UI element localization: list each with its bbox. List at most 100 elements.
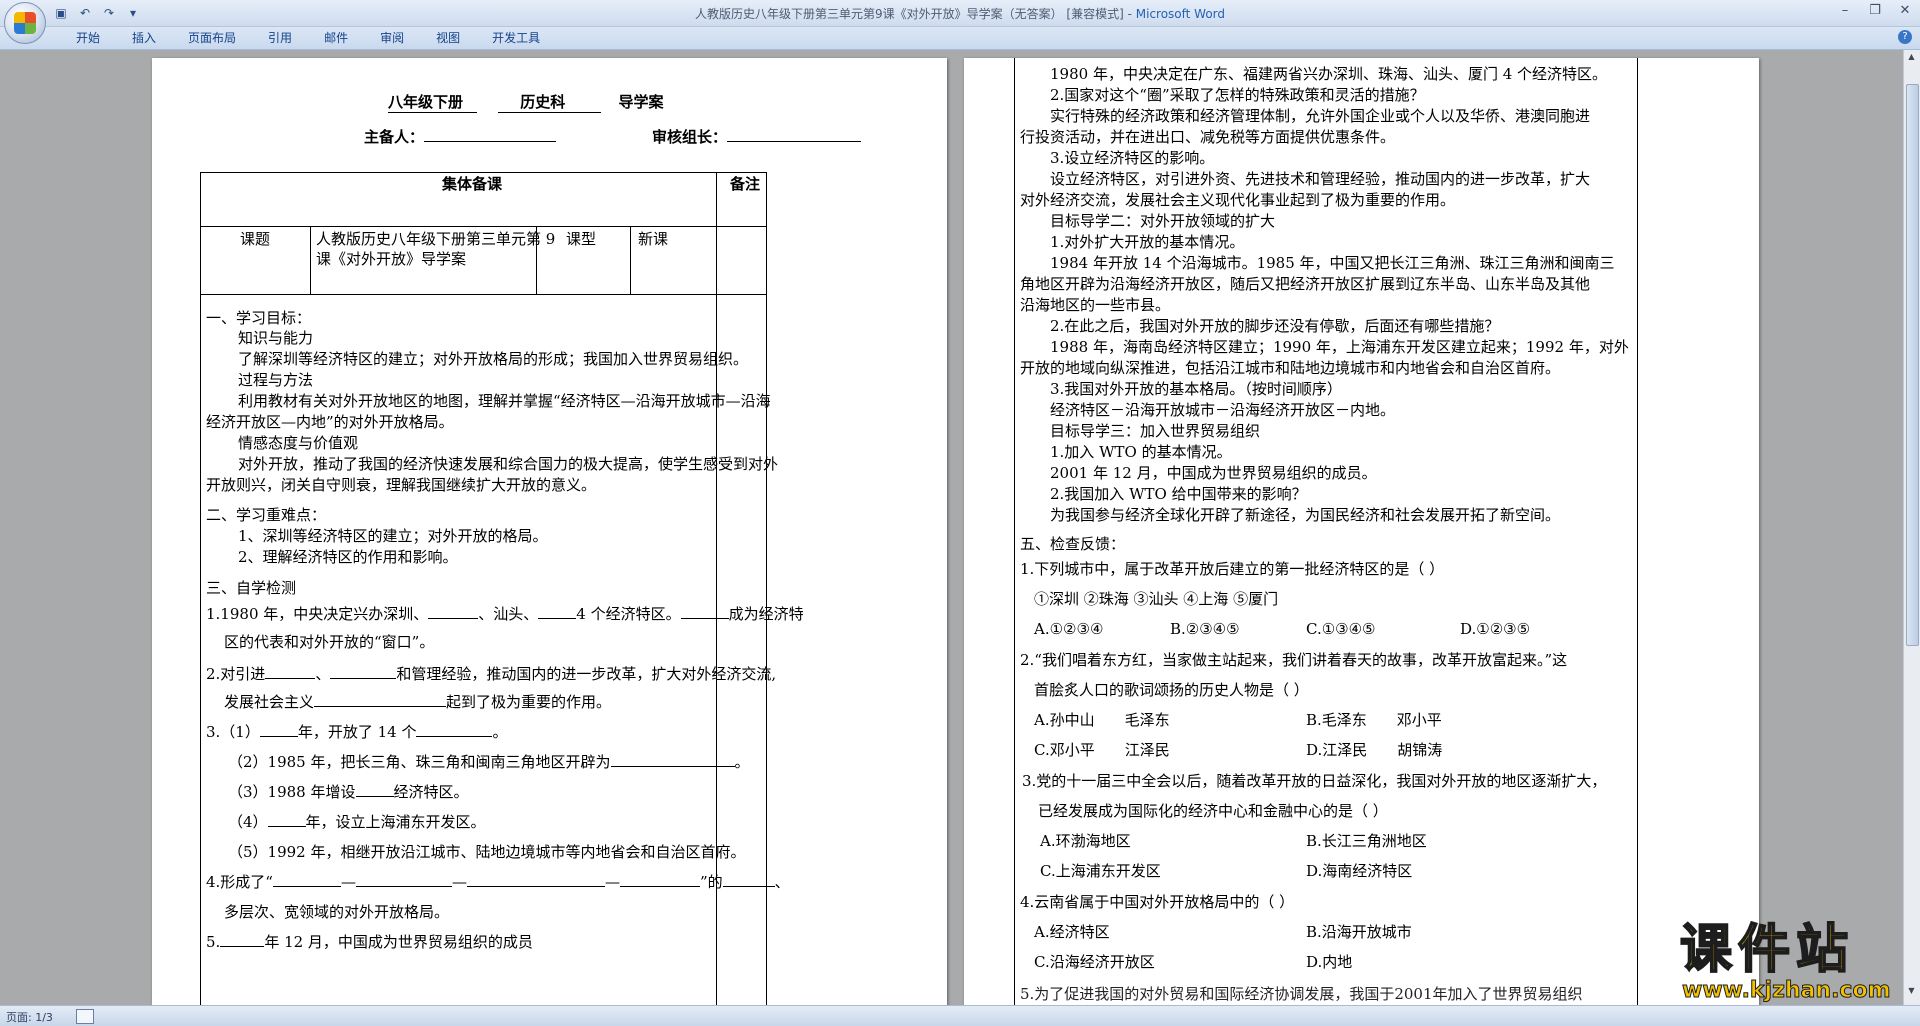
fq3-opt-a: A.环渤海地区	[1040, 832, 1131, 850]
p2-line-0: 1980 年，中央决定在广东、福建两省兴办深圳、珠海、汕头、厦门 4 个经济特区…	[1050, 65, 1608, 83]
preparer-line: 主备人：	[364, 127, 557, 147]
fq1: 1.下列城市中，属于改革开放后建立的第一批经济特区的是（ ）	[1020, 560, 1445, 578]
p2-line-6: 对外经济交流，发展社会主义现代化事业起到了极为重要的作用。	[1020, 191, 1456, 209]
fq4-opt-a: A.经济特区	[1034, 923, 1110, 941]
tab-mailings[interactable]: 邮件	[308, 30, 364, 46]
fq2-line2: 首脍炙人口的歌词颂扬的历史人物是（ ）	[1034, 681, 1309, 699]
close-icon[interactable]: ✕	[1896, 3, 1914, 19]
knowledge-heading: 知识与能力	[238, 329, 314, 347]
title-bar: ▣ ↶ ↷ ▾ 人教版历史八年级下册第三单元第9课《对外开放》导学案（无答案） …	[0, 0, 1920, 27]
p2-line-8: 1.对外扩大开放的基本情况。	[1050, 233, 1245, 251]
q4-line1: 4.形成了“ — — — ”的、	[206, 873, 790, 891]
app-name: Microsoft Word	[1135, 7, 1226, 21]
process-text-2: 经济开放区—内地”的对外开放格局。	[206, 413, 454, 431]
keypoints-heading: 二、学习重难点：	[206, 506, 327, 524]
p2-line-1: 2.国家对这个“圈”采取了怎样的特殊政策和灵活的措施？	[1050, 86, 1425, 104]
p2-line-3: 行投资活动，并在进出口、减免税等方面提供优惠条件。	[1020, 128, 1396, 146]
q5-line1: 5. 年 12 月，中国成为世界贸易组织的成员	[206, 933, 533, 951]
office-button[interactable]	[4, 2, 46, 44]
q4-line2: 多层次、宽领域的对外开放格局。	[224, 903, 450, 921]
attitude-heading: 情感态度与价值观	[238, 434, 359, 452]
process-heading: 过程与方法	[238, 371, 314, 389]
q3-line4: （4） 年，设立上海浦东开发区。	[228, 813, 486, 831]
p2-line-13: 1988 年，海南岛经济特区建立；1990 年，上海浦东开发区建立起来；1992…	[1050, 338, 1629, 356]
scroll-up-icon[interactable]: ▲	[1906, 52, 1917, 64]
fq4-opt-c: C.沿海经济开放区	[1034, 953, 1155, 971]
keypoint-2: 2、理解经济特区的作用和影响。	[238, 548, 458, 566]
feedback-heading: 五、检查反馈：	[1020, 535, 1126, 553]
watermark-title: 课件站	[1679, 920, 1855, 980]
fq4: 4.云南省属于中国对外开放格局中的（ ）	[1020, 893, 1295, 911]
maximize-icon[interactable]: ❐	[1866, 3, 1884, 19]
status-bar: 页面: 1/3	[0, 1005, 1920, 1026]
proofing-icon[interactable]	[76, 1009, 94, 1024]
fq2-opt-d: D.江泽民 胡锦涛	[1306, 741, 1443, 759]
ribbon: 开始 插入 页面布局 引用 邮件 审阅 视图 开发工具 ?	[0, 27, 1920, 50]
page-2[interactable]: 1980 年，中央决定在广东、福建两省兴办深圳、珠海、汕头、厦门 4 个经济特区…	[964, 58, 1759, 1005]
q3-line1: 3.（1） 年，开放了 14 个。	[206, 723, 508, 741]
topic-value-line1: 人教版历史八年级下册第三单元第 9	[316, 230, 556, 248]
scroll-down-icon[interactable]: ▼	[1906, 986, 1917, 998]
vertical-scrollbar[interactable]: ▲ ▼	[1903, 50, 1920, 1005]
q3-line2: （2）1985 年，把长三角、珠三角和闽南三角地区开辟为。	[228, 753, 750, 771]
scroll-thumb[interactable]	[1906, 84, 1919, 646]
type-label: 课型	[566, 230, 597, 248]
fq1-opt-b: B.②③④⑤	[1170, 620, 1240, 638]
fq2-opt-b: B.毛泽东 邓小平	[1306, 711, 1442, 729]
p2-line-18: 1.加入 WTO 的基本情况。	[1050, 443, 1232, 461]
tab-insert[interactable]: 插入	[116, 30, 172, 46]
header-grade: 八年级下册 历史科 导学案	[388, 93, 664, 113]
tab-view[interactable]: 视图	[420, 30, 476, 46]
topic-value-line2: 课《对外开放》导学案	[316, 250, 467, 268]
q1-line2: 区的代表和对外开放的“窗口”。	[224, 633, 435, 651]
ribbon-tabs: 开始 插入 页面布局 引用 邮件 审阅 视图 开发工具	[60, 30, 556, 46]
p2-line-21: 为我国参与经济全球化开辟了新途径，为国民经济和社会发展开拓了新空间。	[1050, 506, 1561, 524]
q3-line5: （5）1992 年，相继开放沿江城市、陆地边境城市等内地省会和自治区首府。	[228, 843, 746, 861]
p2-line-15: 3.我国对外开放的基本格局。（按时间顺序）	[1050, 380, 1342, 398]
tab-references[interactable]: 引用	[252, 30, 308, 46]
keypoint-1: 1、深圳等经济特区的建立；对外开放的格局。	[238, 527, 548, 545]
objectives-heading: 一、学习目标：	[206, 309, 312, 327]
q3-line3: （3）1988 年增设 经济特区。	[228, 783, 469, 801]
reviewer-line: 审核组长：	[652, 127, 862, 147]
fq1-opt-d: D.①②③⑤	[1460, 620, 1531, 638]
document-area[interactable]: 八年级下册 历史科 导学案 主备人： 审核组长： 集体备课 备注 课题 人教版历…	[0, 50, 1904, 1005]
p2-line-19: 2001 年 12 月，中国成为世界贸易组织的成员。	[1050, 464, 1377, 482]
fq2-line1: 2.“我们唱着东方红，当家做主站起来，我们讲着春天的故事，改革开放富起来。”这	[1020, 651, 1568, 669]
q2-line1: 2.对引进、和管理经验，推动国内的进一步改革，扩大对外经济交流,	[206, 665, 777, 683]
office-logo-icon	[14, 12, 36, 34]
tab-page-layout[interactable]: 页面布局	[172, 30, 252, 46]
fq3-opt-b: B.长江三角洲地区	[1306, 832, 1427, 850]
page-indicator[interactable]: 页面: 1/3	[6, 1009, 53, 1025]
q2-line2: 发展社会主义 起到了极为重要的作用。	[224, 693, 612, 711]
p2-line-16: 经济特区－沿海开放城市－沿海经济开放区－内地。	[1050, 401, 1396, 419]
fq1-opt-c: C.①③④⑤	[1306, 620, 1376, 638]
tab-home[interactable]: 开始	[60, 30, 116, 46]
fq3-opt-d: D.海南经济特区	[1306, 862, 1413, 880]
p2-line-14: 开放的地域向纵深推进，包括沿江城市和陆地边境城市和内地省会和自治区首府。	[1020, 359, 1561, 377]
watermark-url: www.kjzhan.com	[1682, 978, 1892, 1004]
p2-line-12: 2.在此之后，我国对外开放的脚步还没有停歇，后面还有哪些措施？	[1050, 317, 1500, 335]
p2-line-17: 目标导学三：加入世界贸易组织	[1050, 422, 1261, 440]
fq5-partial: 5.为了促进我国的对外贸易和国际经济协调发展，我国于2001年加入了世界贸易组织	[1020, 985, 1583, 1003]
tab-developer[interactable]: 开发工具	[476, 30, 556, 46]
p2-line-11: 沿海地区的一些市县。	[1020, 296, 1171, 314]
q1-line1: 1.1980 年，中央决定兴办深圳、 、汕头、 4 个经济特区。 成为经济特	[206, 605, 804, 623]
process-text-1: 利用教材有关对外开放地区的地图，理解并掌握“经济特区—沿海开放城市—沿海	[238, 392, 771, 410]
window-controls: – ❐ ✕	[1836, 3, 1914, 19]
notes-header: 备注	[730, 175, 761, 193]
help-icon[interactable]: ?	[1898, 30, 1912, 44]
attitude-text-1: 对外开放，推动了我国的经济快速发展和综合国力的极大提高，使学生感受到对外	[238, 455, 779, 473]
fq4-opt-d: D.内地	[1306, 953, 1353, 971]
minimize-icon[interactable]: –	[1836, 3, 1854, 19]
type-value: 新课	[638, 230, 669, 248]
site-watermark: 课件站 www.kjzhan.com	[1679, 920, 1892, 1004]
tab-review[interactable]: 审阅	[364, 30, 420, 46]
page-1[interactable]: 八年级下册 历史科 导学案 主备人： 审核组长： 集体备课 备注 课题 人教版历…	[152, 58, 947, 1005]
group-prep-header: 集体备课	[442, 175, 503, 193]
fq2-opt-a: A.孙中山 毛泽东	[1034, 711, 1170, 729]
p2-line-4: 3.设立经济特区的影响。	[1050, 149, 1215, 167]
p2-line-10: 角地区开辟为沿海经济开放区，随后又把经济开放区扩展到辽东半岛、山东半岛及其他	[1020, 275, 1591, 293]
p2-line-9: 1984 年开放 14 个沿海城市。1985 年，中国又把长江三角洲、珠江三角洲…	[1050, 254, 1615, 272]
fq1-opt-a: A.①②③④	[1034, 620, 1104, 638]
